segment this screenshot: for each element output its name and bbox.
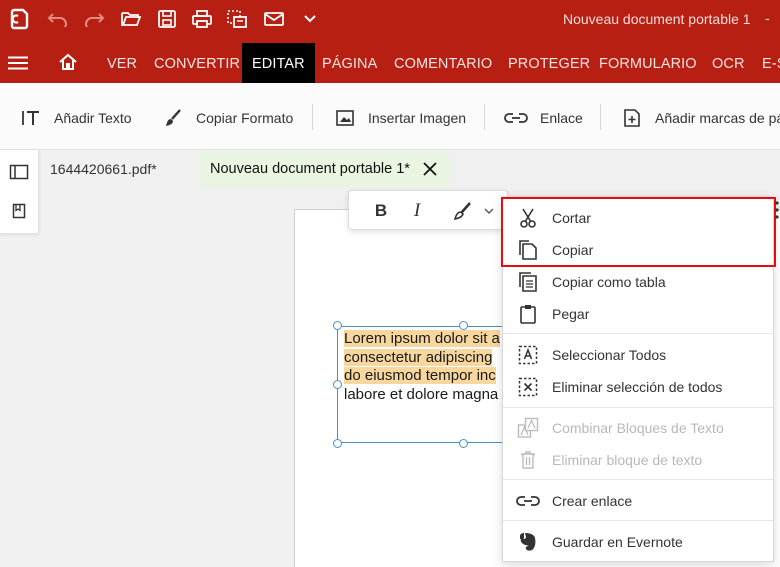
menu-formulario[interactable]: FORMULARIO (599, 56, 697, 72)
resize-handle[interactable] (333, 321, 342, 330)
document-title: Nouveau document portable 1 (563, 11, 751, 27)
menu-ver[interactable]: VER (107, 56, 137, 72)
menu-ocr[interactable]: OCR (712, 56, 745, 72)
ctx-guardar-evernote[interactable]: Guardar en Evernote (503, 527, 773, 557)
add-text-label: Añadir Texto (54, 110, 132, 126)
link-button[interactable]: Enlace (504, 107, 583, 129)
chevron-down-icon[interactable] (298, 8, 322, 30)
minimize-button[interactable]: - (765, 10, 770, 26)
ctx-label: Copiar como tabla (552, 274, 666, 290)
highlighter-icon[interactable] (452, 200, 474, 222)
ctx-label: Eliminar bloque de texto (552, 452, 703, 468)
trash-icon (516, 448, 540, 472)
resize-handle[interactable] (459, 439, 468, 448)
image-icon (334, 107, 356, 129)
highlight-annotation-box (501, 197, 776, 267)
ctx-copiar-como-tabla[interactable]: Copiar como tabla (503, 267, 773, 297)
resize-handle[interactable] (459, 321, 468, 330)
select-all-icon (516, 343, 540, 367)
menu-divider (503, 520, 773, 521)
more-options-icon[interactable] (774, 200, 780, 220)
bold-button[interactable]: B (370, 200, 392, 222)
ctx-label: Guardar en Evernote (552, 534, 683, 550)
insert-image-label: Insertar Imagen (368, 110, 467, 126)
add-text-icon (20, 107, 42, 129)
link-icon (516, 489, 540, 513)
home-icon[interactable] (58, 53, 78, 71)
menu-editar[interactable]: EDITAR (242, 43, 315, 83)
scan-icon[interactable] (225, 8, 249, 30)
panel-toggle-icon[interactable] (8, 161, 30, 183)
chevron-down-icon[interactable] (482, 200, 496, 222)
resize-handle[interactable] (333, 439, 342, 448)
italic-button[interactable]: I (406, 200, 428, 222)
close-tab-icon[interactable] (422, 161, 438, 177)
menu-divider (503, 333, 773, 334)
add-marks-label: Añadir marcas de pá (655, 110, 780, 126)
ctx-label: Combinar Bloques de Texto (552, 420, 724, 436)
ctx-label: Seleccionar Todos (552, 347, 667, 363)
menu-divider (503, 407, 773, 408)
add-marks-button[interactable]: Añadir marcas de pá (621, 107, 780, 129)
format-mini-toolbar: B I (348, 190, 508, 230)
menu-es[interactable]: E-S (762, 56, 780, 72)
insert-image-button[interactable]: Insertar Imagen (334, 107, 466, 129)
hamburger-menu-icon[interactable] (8, 56, 28, 70)
app-logo-icon[interactable] (8, 8, 32, 30)
ctx-combinar-bloques[interactable]: Combinar Bloques de Texto (503, 413, 773, 443)
ctx-eliminar-seleccion[interactable]: Eliminar selección de todos (503, 372, 773, 402)
text-line: Lorem ipsum dolor sit a (344, 330, 500, 347)
copy-format-button[interactable]: Copiar Formato (162, 107, 293, 129)
tab-label: Nouveau document portable 1* (210, 160, 410, 177)
ctx-label: Pegar (552, 306, 590, 322)
text-line: consectetur adipiscing (344, 348, 493, 366)
title-bar: Nouveau document portable 1 - (0, 0, 780, 38)
add-page-mark-icon (621, 107, 643, 129)
merge-text-icon (516, 416, 540, 440)
link-label: Enlace (540, 110, 583, 126)
ctx-seleccionar-todos[interactable]: Seleccionar Todos (503, 340, 773, 370)
menu-bar: VER CONVERTIR EDITAR PÁGINA COMENTARIO P… (0, 38, 780, 83)
tab-label: 1644420661.pdf* (50, 160, 157, 177)
mail-icon[interactable] (262, 8, 286, 30)
save-icon[interactable] (155, 8, 179, 30)
text-line: labore et dolore magna (344, 385, 499, 403)
add-text-button[interactable]: Añadir Texto (20, 107, 132, 129)
bookmark-icon[interactable] (8, 200, 30, 222)
edit-toolbar: Añadir Texto Copiar Formato Insertar Ima… (0, 83, 780, 150)
ctx-label: Eliminar selección de todos (552, 379, 723, 395)
menu-convertir[interactable]: CONVERTIR (154, 56, 240, 72)
open-folder-icon[interactable] (119, 8, 143, 30)
tab-file-1644420661[interactable]: 1644420661.pdf* (40, 151, 200, 186)
text-line: do eiusmod tempor inc (344, 367, 496, 384)
deselect-all-icon (516, 375, 540, 399)
ctx-eliminar-bloque[interactable]: Eliminar bloque de texto (503, 445, 773, 475)
tab-nouveau-document[interactable]: Nouveau document portable 1* (200, 151, 449, 186)
undo-icon[interactable] (46, 8, 70, 30)
menu-divider (503, 479, 773, 480)
redo-icon[interactable] (82, 8, 106, 30)
menu-proteger[interactable]: PROTEGER (508, 56, 590, 72)
menu-pagina[interactable]: PÁGINA (322, 56, 377, 72)
resize-handle[interactable] (333, 380, 342, 389)
paste-icon (516, 302, 540, 326)
toolbar-divider (600, 104, 601, 130)
menu-comentario[interactable]: COMENTARIO (394, 56, 492, 72)
ctx-crear-enlace[interactable]: Crear enlace (503, 486, 773, 516)
toolbar-divider (312, 104, 313, 130)
ctx-label: Crear enlace (552, 493, 633, 509)
document-text[interactable]: Lorem ipsum dolor sit a consectetur adip… (344, 330, 500, 404)
toolbar-divider (484, 104, 485, 130)
link-icon (504, 107, 528, 129)
side-panel (0, 150, 39, 234)
copy-table-icon (516, 270, 540, 294)
copy-format-label: Copiar Formato (196, 110, 294, 126)
print-icon[interactable] (190, 8, 214, 30)
evernote-icon (516, 530, 540, 554)
ctx-pegar[interactable]: Pegar (503, 299, 773, 329)
format-brush-icon (162, 107, 184, 129)
